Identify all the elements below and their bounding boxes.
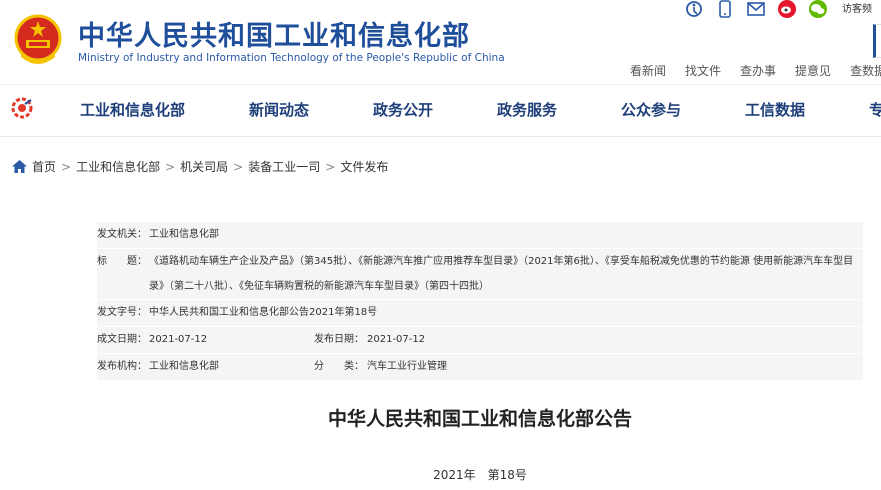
breadcrumb-separator: > bbox=[325, 159, 336, 174]
nav-item-data[interactable]: 工信数据 bbox=[745, 99, 805, 120]
breadcrumb: 首页 > 工业和信息化部 > 机关司局 > 装备工业一司 > 文件发布 bbox=[12, 158, 388, 175]
quick-link-files[interactable]: 找文件 bbox=[685, 62, 721, 79]
nav-item-services[interactable]: 政务服务 bbox=[497, 99, 557, 120]
site-title-cn[interactable]: 中华人民共和国工业和信息化部 bbox=[78, 14, 470, 53]
accessibility-icon[interactable] bbox=[683, 0, 705, 18]
weibo-icon[interactable] bbox=[776, 0, 798, 18]
nav-item-government-affairs[interactable]: 政务公开 bbox=[373, 99, 433, 120]
doc-number-value: 中华人民共和国工业和信息化部公告2021年第18号 bbox=[149, 307, 378, 318]
nav-item-miit[interactable]: 工业和信息化部 bbox=[80, 99, 185, 120]
info-row-title: 标 题： 《道路机动车辆生产企业及产品》（第345批）、《新能源汽车推广应用推荐… bbox=[97, 249, 863, 300]
created-date-label: 成文日期： bbox=[97, 334, 147, 345]
nav-item-special[interactable]: 专 bbox=[869, 99, 881, 120]
nav-divider bbox=[0, 136, 881, 137]
created-date-value: 2021-07-12 bbox=[149, 334, 208, 345]
quick-links: 看新闻 找文件 查办事 提意见 查数据 bbox=[630, 62, 881, 79]
national-emblem-icon bbox=[11, 13, 65, 67]
org-value: 工业和信息化部 bbox=[149, 361, 219, 372]
category-label: 分 类： bbox=[314, 361, 364, 372]
quick-link-services[interactable]: 查办事 bbox=[740, 62, 776, 79]
info-row-org: 发布机构： 工业和信息化部 分 类： 汽车工业行业管理 bbox=[97, 354, 863, 381]
info-row-issuer: 发文机关： 工业和信息化部 bbox=[97, 222, 863, 249]
document-number: 2021年 第18号 bbox=[433, 468, 527, 482]
top-icon-bar bbox=[683, 0, 838, 18]
header-divider bbox=[0, 84, 881, 85]
info-row-doc-number: 发文字号： 中华人民共和国工业和信息化部公告2021年第18号 bbox=[97, 300, 863, 327]
breadcrumb-departments[interactable]: 机关司局 bbox=[180, 158, 228, 175]
mail-icon[interactable] bbox=[745, 0, 767, 18]
issuer-label: 发文机关： bbox=[97, 229, 147, 240]
title-value: 《道路机动车辆生产企业及产品》（第345批）、《新能源汽车推广应用推荐车型目录》… bbox=[149, 256, 854, 292]
wechat-icon[interactable] bbox=[807, 0, 829, 18]
category-value: 汽车工业行业管理 bbox=[367, 361, 447, 372]
quick-link-feedback[interactable]: 提意见 bbox=[795, 62, 831, 79]
issuer-value: 工业和信息化部 bbox=[149, 229, 219, 240]
document-title: 中华人民共和国工业和信息化部公告 bbox=[327, 408, 632, 430]
mobile-icon[interactable] bbox=[714, 0, 736, 18]
nav-item-news[interactable]: 新闻动态 bbox=[249, 99, 309, 120]
published-date-value: 2021-07-12 bbox=[367, 334, 426, 345]
document-info-table: 发文机关： 工业和信息化部 标 题： 《道路机动车辆生产企业及产品》（第345批… bbox=[97, 222, 863, 381]
main-nav: 工业和信息化部 新闻动态 政务公开 政务服务 公众参与 工信数据 专 bbox=[0, 99, 881, 121]
guest-label[interactable]: 访客频 bbox=[842, 0, 872, 15]
breadcrumb-home[interactable]: 首页 bbox=[32, 158, 56, 175]
breadcrumb-equipment-dept[interactable]: 装备工业一司 bbox=[248, 158, 320, 175]
published-date-label: 发布日期： bbox=[314, 334, 364, 345]
quick-link-data[interactable]: 查数据 bbox=[850, 62, 881, 79]
breadcrumb-file-release[interactable]: 文件发布 bbox=[340, 158, 388, 175]
nav-item-participation[interactable]: 公众参与 bbox=[621, 99, 681, 120]
home-icon[interactable] bbox=[12, 160, 27, 173]
info-row-dates: 成文日期： 2021-07-12 发布日期： 2021-07-12 bbox=[97, 327, 863, 354]
doc-number-label: 发文字号： bbox=[97, 307, 147, 318]
title-label: 标 题： bbox=[97, 256, 147, 267]
breadcrumb-miit[interactable]: 工业和信息化部 bbox=[76, 158, 160, 175]
breadcrumb-separator: > bbox=[165, 159, 176, 174]
search-input[interactable] bbox=[873, 24, 881, 58]
org-label: 发布机构： bbox=[97, 361, 147, 372]
breadcrumb-separator: > bbox=[233, 159, 244, 174]
site-title-en: Ministry of Industry and Information Tec… bbox=[78, 52, 505, 64]
breadcrumb-separator: > bbox=[61, 159, 72, 174]
quick-link-news[interactable]: 看新闻 bbox=[630, 62, 666, 79]
